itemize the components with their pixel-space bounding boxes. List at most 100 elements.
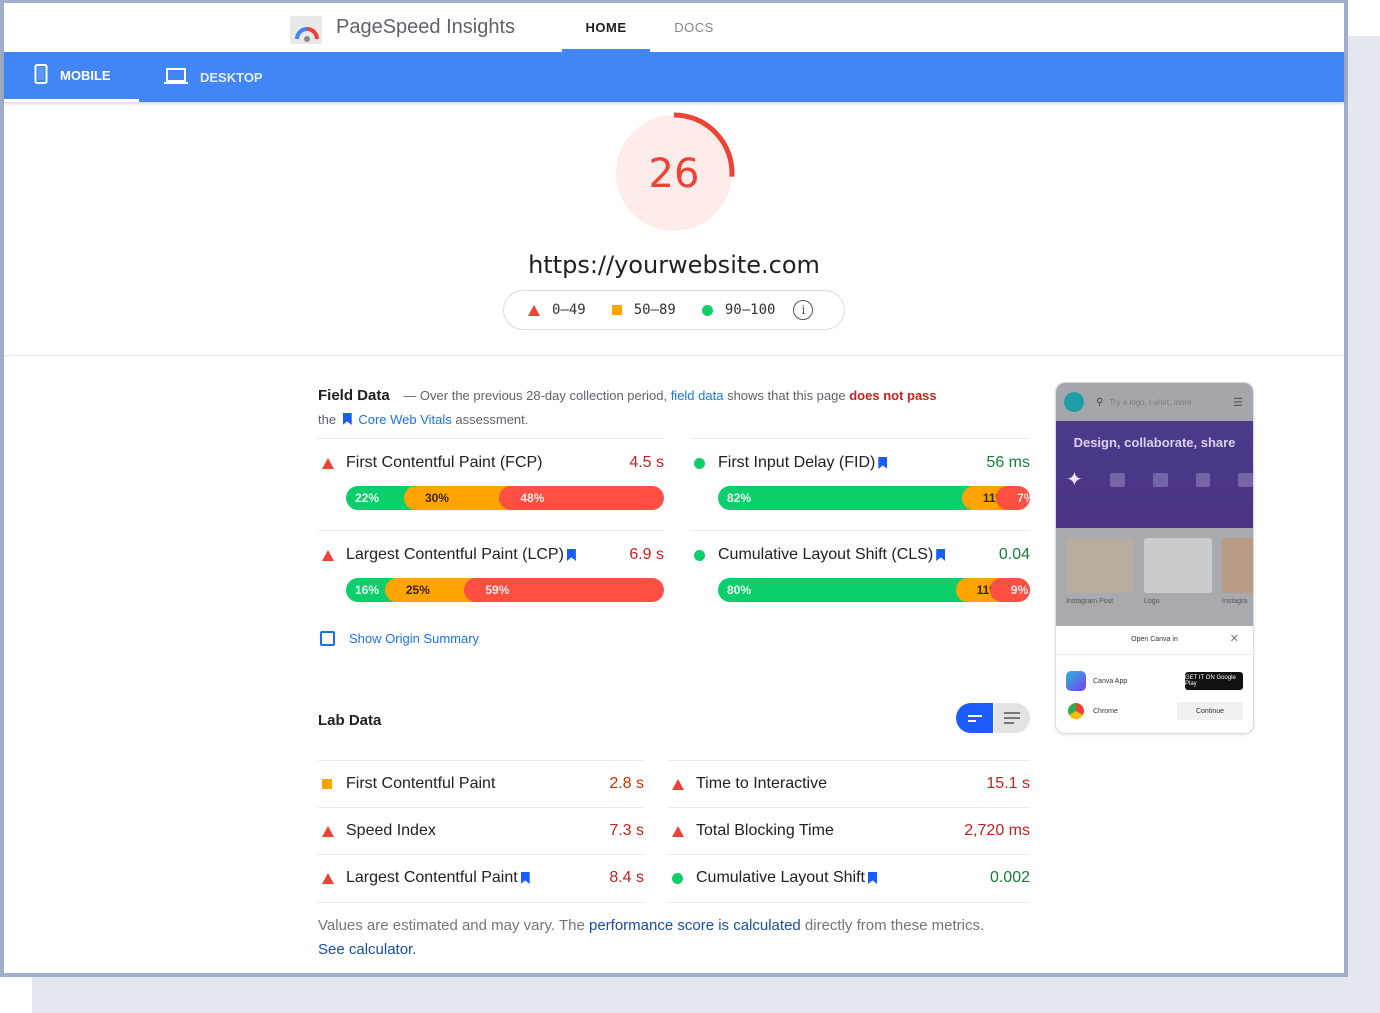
metric-value: 6.9 s	[629, 546, 664, 563]
field-desc-suffix: assessment.	[455, 412, 529, 427]
sheet-title: Open Canva in	[1131, 636, 1178, 643]
circle-icon	[668, 872, 696, 884]
laptop-icon	[164, 67, 188, 88]
footnote-mid: directly from these metrics.	[804, 917, 985, 934]
lab-metric: Speed Index 7.3 s	[318, 807, 644, 854]
section-divider	[4, 355, 1344, 356]
square-icon	[318, 779, 346, 789]
circle-icon	[701, 304, 713, 316]
legend-average: 50–89	[611, 302, 676, 318]
category-icon	[1152, 473, 1168, 487]
lab-metric: Total Blocking Time 2,720 ms	[668, 807, 1030, 854]
tab-desktop[interactable]: DESKTOP	[164, 52, 263, 102]
legend-average-range: 50–89	[633, 302, 676, 318]
metric-label: Speed Index	[346, 822, 436, 839]
template-tile	[1222, 538, 1253, 593]
screenshot-templates: Instagram Post Logo Instagra	[1056, 528, 1253, 626]
tested-url: https://yourwebsite.com	[528, 251, 820, 279]
legend-good-range: 90–100	[724, 302, 776, 318]
metric-value: 15.1 s	[986, 775, 1030, 792]
field-data-header: Field Data — Over the previous 28-day co…	[318, 384, 1008, 432]
segment-poor: 48%	[499, 486, 664, 510]
field-data-title: Field Data	[318, 387, 390, 404]
checkbox-icon[interactable]	[320, 631, 335, 646]
legend-poor: 0–49	[528, 302, 586, 318]
metric-label: Largest Contentful Paint (LCP)	[346, 546, 564, 563]
category-icon	[1238, 473, 1253, 487]
legend-poor-range: 0–49	[552, 302, 586, 318]
bookmark-icon	[342, 413, 352, 425]
lab-metric: Largest Contentful Paint 8.4 s	[318, 854, 644, 901]
open-in-sheet: Open Canva in ✕ Canva App GET IT ON Goog…	[1056, 626, 1253, 733]
tile-label: Instagra	[1222, 598, 1248, 605]
category-icon	[1195, 473, 1211, 487]
device-tabs-bar: MOBILE DESKTOP	[4, 52, 1344, 102]
nav-tab-home[interactable]: HOME	[562, 3, 650, 52]
show-origin-summary-checkbox[interactable]: Show Origin Summary	[320, 631, 479, 646]
app-row-canva: Canva App GET IT ON Google Play	[1066, 671, 1243, 691]
field-data-link[interactable]: field data	[671, 388, 724, 403]
screenshot-hero-title: Design, collaborate, share	[1073, 435, 1236, 450]
app-name: Chrome	[1093, 707, 1118, 715]
pagespeed-logo-icon[interactable]	[290, 16, 322, 44]
canva-logo-icon	[1064, 392, 1084, 412]
field-desc-mid: shows that this page	[727, 388, 846, 403]
metric-label: First Input Delay (FID)	[718, 454, 876, 471]
footnote-prefix: Values are estimated and may vary. The	[318, 917, 585, 934]
metric-divider	[318, 530, 664, 531]
category-icon	[1110, 473, 1125, 487]
performance-score-link[interactable]: performance score is calculated	[589, 917, 801, 934]
continue-button: Continue	[1177, 702, 1243, 720]
brand-title[interactable]: PageSpeed Insights	[336, 16, 515, 39]
metric-label: Cumulative Layout Shift (CLS)	[718, 546, 934, 563]
metric-value: 7.3 s	[609, 822, 644, 839]
metric-value: 56 ms	[986, 454, 1030, 471]
legend-good: 90–100	[701, 302, 776, 318]
template-tile	[1066, 538, 1134, 593]
distribution-bar: 22% 30% 48%	[346, 486, 664, 510]
nav-tab-docs[interactable]: DOCS	[654, 3, 734, 52]
triangle-icon	[528, 304, 540, 316]
circle-icon	[690, 457, 718, 469]
fail-status: does not pass	[849, 388, 937, 403]
core-web-vitals-link[interactable]: Core Web Vitals	[358, 412, 451, 427]
lab-divider	[668, 902, 1030, 903]
menu-icon: ☰	[1233, 396, 1243, 409]
metric-label: Total Blocking Time	[696, 822, 834, 839]
triangle-icon	[668, 778, 696, 790]
metric-value: 0.002	[989, 869, 1030, 886]
chrome-icon	[1068, 703, 1084, 719]
metric-label: First Contentful Paint	[346, 775, 496, 792]
segment-good: 80%	[718, 578, 968, 602]
screenshot-search: ⚲ Try a logo, t-shirt, more	[1096, 397, 1192, 408]
distribution-bar: 16% 25% 59%	[346, 578, 664, 602]
page-screenshot: ⚲ Try a logo, t-shirt, more ☰ Design, co…	[1055, 382, 1254, 734]
see-calculator-link[interactable]: See calculator.	[318, 941, 416, 958]
metric-value: 2,720 ms	[964, 822, 1030, 839]
google-play-badge: GET IT ON Google Play	[1185, 672, 1243, 690]
app-name: Canva App	[1093, 677, 1128, 685]
segment-poor: 59%	[464, 578, 664, 602]
view-toggle[interactable]	[956, 703, 1030, 733]
compact-view-icon[interactable]	[956, 703, 993, 733]
phone-icon	[34, 64, 48, 87]
metric-label: Time to Interactive	[696, 775, 828, 792]
tile-label: Instagram Post	[1066, 598, 1114, 605]
info-icon[interactable]: i	[793, 300, 814, 320]
tab-mobile[interactable]: MOBILE	[4, 52, 139, 102]
triangle-icon	[318, 872, 346, 884]
bookmark-icon	[878, 457, 888, 469]
lab-metric: Cumulative Layout Shift 0.002	[668, 854, 1030, 901]
metric-value: 2.8 s	[609, 775, 644, 792]
triangle-icon	[318, 457, 346, 469]
distribution-bar: 80% 11% 9%	[718, 578, 1030, 602]
triangle-icon	[318, 825, 346, 837]
sheet-divider	[1056, 654, 1253, 655]
origin-summary-label: Show Origin Summary	[349, 631, 480, 646]
bookmark-icon	[520, 872, 530, 884]
metric-header: Largest Contentful Paint (LCP) 6.9 s	[318, 544, 664, 566]
expanded-view-icon[interactable]	[993, 703, 1030, 733]
app-row-chrome: Chrome Continue	[1066, 702, 1243, 720]
lab-footnote: Values are estimated and may vary. The p…	[318, 914, 1008, 962]
circle-icon	[690, 549, 718, 561]
